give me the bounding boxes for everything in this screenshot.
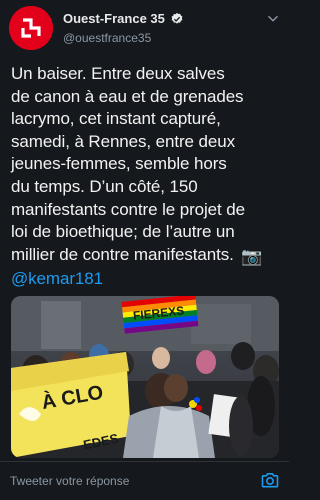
tweet-header: Ouest-France 35 @ouestfrance35 <box>0 0 289 56</box>
mention-link[interactable]: @kemar181 <box>11 269 103 288</box>
display-name[interactable]: Ouest-France 35 <box>63 11 165 26</box>
tweet-photo[interactable]: FIEREXS À CLO EDES <box>11 296 279 458</box>
reply-input[interactable] <box>10 471 250 491</box>
tweet-body: Un baiser. Entre deux salves de canon à … <box>11 64 245 264</box>
camera-icon[interactable] <box>260 470 280 490</box>
chevron-down-icon[interactable] <box>266 12 280 26</box>
ouest-france-logo-icon <box>9 6 53 50</box>
camera-emoji: 📷 <box>241 246 263 266</box>
account-name-row: Ouest-France 35 <box>63 11 184 26</box>
protest-photo: FIEREXS À CLO EDES <box>11 296 279 458</box>
ouest-france-logo-avatar[interactable] <box>9 6 53 50</box>
account-handle[interactable]: @ouestfrance35 <box>63 31 151 45</box>
tweet-text: Un baiser. Entre deux salves de canon à … <box>11 63 285 291</box>
reply-bar <box>0 462 289 500</box>
verified-badge-icon <box>171 12 183 24</box>
